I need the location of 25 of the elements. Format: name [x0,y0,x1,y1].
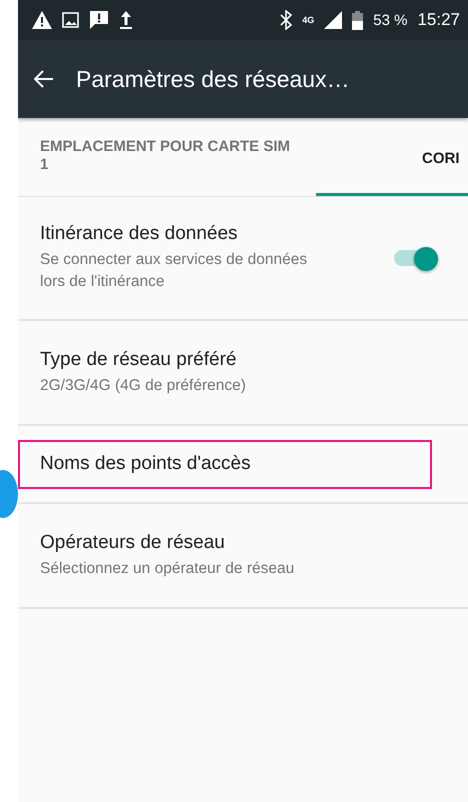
settings-row[interactable]: Opérateurs de réseau Sélectionnez un opérateur de réseau [18,504,468,609]
upload-icon [119,10,133,30]
row-summary: 2G/3G/4G (4G de préférence) [40,376,247,396]
row-title: Type de réseau préféré [40,348,238,370]
toolbar-title: Paramètres des réseaux… [76,66,350,92]
warning-icon [32,11,52,29]
settings-row[interactable]: Itinérance des données Se connecter aux services de données lors de l'itinérance [18,197,468,321]
tab[interactable]: CORI [316,118,468,196]
bluetooth-icon [280,10,292,30]
row-summary: Sélectionnez un opérateur de réseau [40,558,296,578]
battery-icon [352,10,364,30]
settings-row[interactable]: Type de réseau préféré 2G/3G/4G (4G de préférence) [18,321,468,426]
row-title: Itinérance des données [40,223,239,245]
signal-icon [324,11,342,29]
settings-row[interactable]: Noms des points d'accès [18,426,468,504]
battery-percentage: 53 % [373,12,408,28]
image-icon [62,12,79,28]
network-type-label: 4G [302,16,314,24]
clock-time: 15:27 [417,10,460,30]
back-arrow-icon[interactable] [34,70,54,88]
message-alert-icon [89,10,109,30]
tab[interactable]: EMPLACEMENT POUR CARTE SIM 1 [18,118,316,196]
row-summary: Se connecter aux services de données lors de l'itinérance [40,250,308,292]
row-title: Noms des points d'accès [40,453,251,475]
row-title: Opérateurs de réseau [40,532,226,554]
